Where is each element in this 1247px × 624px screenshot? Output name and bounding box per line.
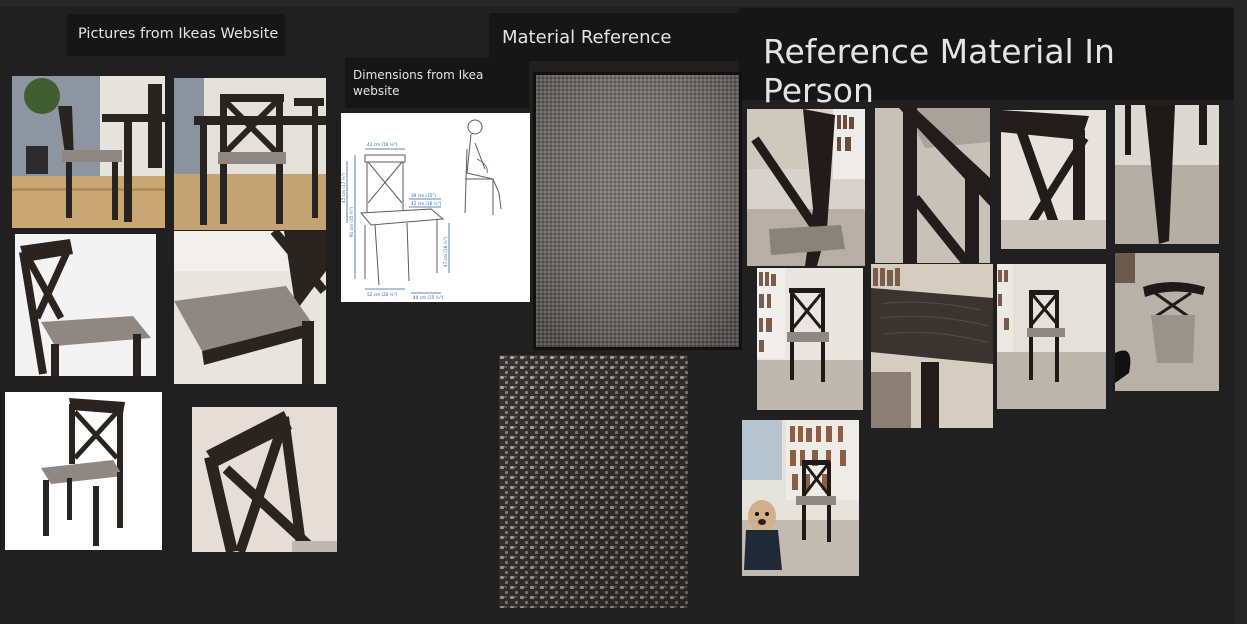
dim-seat-depth: 42 cm (16 ½") (411, 201, 442, 206)
chair-product-image (5, 392, 162, 550)
ikea-photo-chair-angle[interactable] (15, 234, 156, 376)
top-strip (0, 0, 1247, 7)
chair-room-image (997, 264, 1106, 409)
wood-grain-image (871, 264, 993, 428)
in-person-photo-wood-grain[interactable] (871, 264, 993, 428)
seat-closeup-image (174, 231, 326, 384)
label-ikea-pictures[interactable]: Pictures from Ikeas Website (67, 14, 285, 56)
ikea-photo-seat-closeup[interactable] (174, 231, 326, 384)
in-person-photo-chair-top-down[interactable] (1115, 253, 1219, 391)
dim-bottom-depth: 52 cm (20 ½") (367, 292, 398, 297)
in-person-photo-chair-back-shelves[interactable] (747, 109, 865, 266)
fine-fabric-texture (536, 75, 739, 347)
moodboard-canvas: Pictures from Ikeas Website Material Ref… (0, 0, 1247, 624)
fabric-swatch-fine[interactable] (533, 72, 742, 350)
ikea-photo-backrest-closeup[interactable] (192, 407, 337, 552)
dim-leg-height: 47 cm (18 ½") (443, 236, 448, 267)
backrest-closeup-image (192, 407, 337, 552)
label-material-reference[interactable]: Material Reference (489, 13, 739, 61)
seat-closeup-inperson-image (875, 108, 990, 263)
in-person-photo-leg-closeup[interactable] (1115, 105, 1219, 244)
chair-bookshelf-image (757, 268, 863, 410)
ikea-photo-dining-scene-2[interactable] (174, 78, 326, 230)
dog-and-chair-image (742, 420, 859, 576)
chair-back-shelves-image (747, 109, 865, 266)
dining-scene-image (174, 78, 326, 230)
leg-closeup-image (1115, 105, 1219, 244)
backrest-joint-image (1001, 110, 1106, 249)
ikea-photo-dining-scene-1[interactable] (12, 76, 165, 228)
label-material-reference-text: Material Reference (502, 27, 672, 48)
coarse-fabric-texture (499, 355, 688, 608)
dining-scene-image (12, 76, 165, 228)
label-dimensions[interactable]: Dimensions from Ikea website (345, 58, 529, 108)
fabric-swatch-coarse[interactable] (499, 355, 688, 608)
in-person-photo-backrest-joint[interactable] (1001, 110, 1106, 249)
in-person-photo-chair-room[interactable] (997, 264, 1106, 409)
label-in-person[interactable]: Reference Material In Person (739, 8, 1234, 110)
dim-bottom-width: 40 cm (15 ¾") (413, 295, 444, 300)
in-person-photo-seat-closeup[interactable] (875, 108, 990, 263)
dim-seat-width: 39 cm (15") (411, 193, 436, 198)
dim-seat-height: 45 cm (17 ¾") (341, 172, 346, 203)
label-dimensions-text: Dimensions from Ikea website (353, 68, 484, 98)
label-in-person-text: Reference Material In Person (763, 32, 1115, 110)
dim-top-width: 42 cm (16 ½") (367, 142, 398, 147)
chair-angle-image (15, 234, 156, 376)
dimensions-diagram[interactable]: 42 cm (16 ½") 91 cm (35 ¾") 45 cm (17 ¾"… (341, 113, 530, 302)
label-ikea-pictures-text: Pictures from Ikeas Website (78, 26, 279, 42)
in-person-photo-dog-and-chair[interactable] (742, 420, 859, 576)
chair-top-down-image (1115, 253, 1219, 391)
ikea-photo-chair-product[interactable] (5, 392, 162, 550)
chair-dimension-drawing: 42 cm (16 ½") 91 cm (35 ¾") 45 cm (17 ¾"… (341, 119, 502, 300)
right-strip (1234, 0, 1247, 624)
dim-total-height: 91 cm (35 ¾") (349, 206, 354, 237)
in-person-photo-chair-bookshelf[interactable] (757, 268, 863, 410)
